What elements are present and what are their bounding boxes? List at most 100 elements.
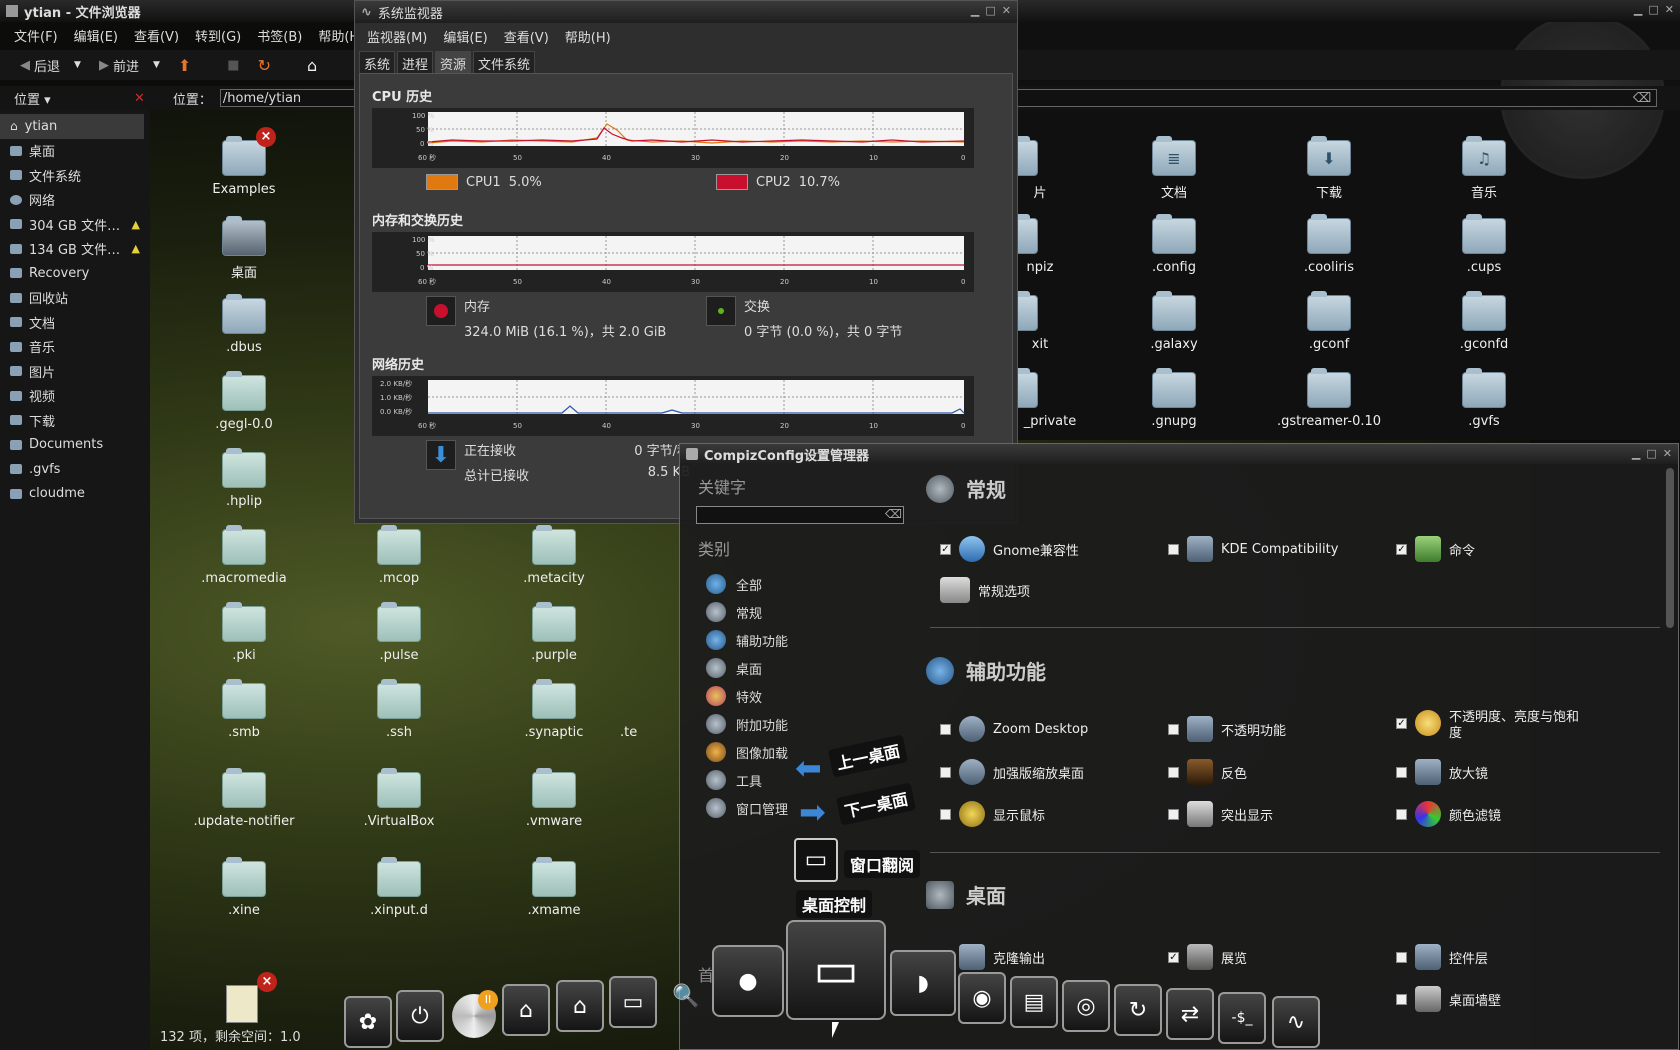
chevron-down-icon[interactable]: ▼ <box>74 60 81 70</box>
file-item[interactable]: .VirtualBox <box>329 768 469 829</box>
file-item[interactable]: .vmware <box>484 768 624 829</box>
next-desktop-arrow-icon[interactable]: ➡ <box>799 796 826 828</box>
plugin-kde-compat[interactable]: KDE Compatibility <box>1168 536 1388 562</box>
category-window-management[interactable]: 窗口管理 <box>706 798 788 818</box>
maximize-icon[interactable]: □ <box>1646 447 1656 460</box>
file-item[interactable]: .metacity <box>484 525 624 586</box>
plugin-widget-layer[interactable]: 控件层 <box>1396 944 1616 970</box>
file-item[interactable]: .update-notifier <box>174 768 314 829</box>
plugin-highlight[interactable]: 突出显示 <box>1168 801 1388 827</box>
file-item[interactable]: Examples × <box>174 127 314 197</box>
plugin-obs[interactable]: ✓ 不透明度、亮度与饱和度 <box>1396 710 1616 742</box>
file-item[interactable]: .dbus <box>174 294 314 355</box>
sidebar-item-documents[interactable]: 文档 <box>0 310 150 335</box>
plugin-negative[interactable]: 反色 <box>1168 759 1388 785</box>
sidebar-item-documents-en[interactable]: Documents <box>0 433 150 458</box>
menu-edit[interactable]: 编辑(E) <box>443 27 487 46</box>
checkbox-unchecked[interactable] <box>940 723 951 735</box>
file-item[interactable]: .cooliris <box>1259 214 1399 275</box>
maximize-icon[interactable]: □ <box>985 4 995 17</box>
plugin-expo[interactable]: ✓ 展览 <box>1168 944 1388 970</box>
file-item[interactable]: .xmame <box>484 857 624 918</box>
eject-icon[interactable]: ▲ <box>132 242 140 255</box>
checkbox-unchecked[interactable] <box>1396 808 1407 820</box>
terminal-icon[interactable]: -$_ <box>1218 992 1266 1044</box>
close-icon[interactable]: ✕ <box>1002 4 1011 17</box>
stop-button[interactable]: ■ <box>221 56 245 75</box>
checkbox-unchecked[interactable] <box>1396 951 1407 963</box>
keyword-search-input[interactable] <box>696 506 904 524</box>
reload-button[interactable]: ↻ <box>252 54 277 77</box>
pidgin-icon[interactable]: ◉ <box>958 972 1006 1024</box>
file-item[interactable]: .pki <box>174 602 314 663</box>
sidebar-item-desktop[interactable]: 桌面 <box>0 139 150 164</box>
sidebar-item-pictures[interactable]: 图片 <box>0 359 150 384</box>
file-item[interactable]: .purple <box>484 602 624 663</box>
file-item[interactable]: .mcop <box>329 525 469 586</box>
file-item[interactable]: _private <box>1010 368 1090 429</box>
window-browse-label[interactable]: 窗口翻阅 <box>844 850 921 878</box>
gimp-icon[interactable]: ◗ <box>890 950 956 1016</box>
file-item[interactable]: .gegl-0.0 <box>174 371 314 432</box>
sidebar-item-gvfs[interactable]: .gvfs <box>0 457 150 482</box>
menu-edit[interactable]: 编辑(E) <box>74 26 118 45</box>
clear-search-icon[interactable]: ⌫ <box>885 507 902 521</box>
file-item[interactable]: .macromedia <box>174 525 314 586</box>
sidebar-item-recovery[interactable]: Recovery <box>0 261 150 286</box>
file-item[interactable]: ⬇ 下载 <box>1259 136 1399 201</box>
memory-pie-icon[interactable] <box>426 296 456 326</box>
plugin-color-filter[interactable]: 颜色滤镜 <box>1396 801 1616 827</box>
file-item[interactable]: .gconfd <box>1414 291 1554 352</box>
plugin-opacify[interactable]: 不透明功能 <box>1168 716 1388 742</box>
sm-titlebar[interactable]: ∿ 系统监视器 ▁ □ ✕ <box>355 1 1017 23</box>
home-button[interactable]: ⌂ <box>301 54 323 77</box>
file-item[interactable]: .gvfs <box>1414 368 1554 429</box>
forward-button[interactable]: ▶ 前进 ▼ <box>93 54 166 77</box>
category-general[interactable]: 常规 <box>706 602 762 622</box>
apt-icon[interactable]: ↻ <box>1114 984 1162 1036</box>
file-item[interactable]: .synaptic <box>484 679 624 740</box>
menu-go[interactable]: 转到(G) <box>195 26 241 45</box>
sidebar-item-music[interactable]: 音乐 <box>0 335 150 360</box>
ubuntu-icon[interactable]: ✿ <box>344 996 392 1048</box>
plugin-desktop-wall[interactable]: 桌面墙壁 <box>1396 986 1616 1012</box>
sidebar-item-home[interactable]: ⌂ ytian <box>0 114 144 139</box>
file-item[interactable]: .gnupg <box>1104 368 1244 429</box>
file-item[interactable]: .gstreamer-0.10 <box>1259 368 1399 429</box>
scrollbar[interactable] <box>1666 468 1674 628</box>
files-icon[interactable]: ⌂ <box>556 980 604 1032</box>
close-icon[interactable]: ✕ <box>1665 3 1674 16</box>
screenshot-icon[interactable]: ▤ <box>1010 976 1058 1028</box>
checkbox-checked[interactable]: ✓ <box>1396 718 1407 729</box>
checkbox-unchecked[interactable] <box>1168 808 1179 820</box>
home-folder-icon[interactable]: ⌂ <box>502 984 550 1036</box>
maximize-icon[interactable]: □ <box>1648 3 1658 16</box>
menu-monitor[interactable]: 监视器(M) <box>367 27 427 46</box>
window-browse-icon[interactable]: ▭ <box>794 838 838 882</box>
checkbox-unchecked[interactable] <box>1168 766 1179 778</box>
plugin-clone-output[interactable]: 克隆输出 <box>940 944 1160 970</box>
search-icon[interactable]: 🔍 <box>662 970 710 1022</box>
menu-view[interactable]: 查看(V) <box>134 26 179 45</box>
places-dropdown[interactable]: 位置 ▾ <box>14 89 134 108</box>
file-item[interactable]: .cups <box>1414 214 1554 275</box>
system-monitor-icon[interactable]: ∿ <box>1272 996 1320 1048</box>
cc-titlebar[interactable]: CompizConfig设置管理器 ▁ □ ✕ <box>680 444 1678 464</box>
file-item[interactable]: .ssh <box>329 679 469 740</box>
category-utility[interactable]: 工具 <box>706 770 762 790</box>
firefox-icon[interactable]: ● <box>712 945 784 1017</box>
category-image-loading[interactable]: 图像加载 <box>706 742 788 762</box>
eject-icon[interactable]: ▲ <box>132 218 140 231</box>
file-item[interactable]: .hplip <box>174 448 314 509</box>
file-item[interactable]: npiz <box>1010 214 1070 275</box>
file-item[interactable]: ♫ 音乐 <box>1414 136 1554 201</box>
plugin-gnome-compat[interactable]: ✓ Gnome兼容性 <box>940 536 1160 562</box>
sidebar-item-network[interactable]: 网络 <box>0 188 150 213</box>
file-item[interactable]: .galaxy <box>1104 291 1244 352</box>
checkbox-checked[interactable]: ✓ <box>940 543 951 555</box>
sidebar-item-drive-304[interactable]: 304 GB 文件… ▲ <box>0 212 150 237</box>
prev-desktop-arrow-icon[interactable]: ⬅ <box>795 752 822 784</box>
menu-file[interactable]: 文件(F) <box>14 26 58 45</box>
file-item[interactable]: .te <box>620 725 660 740</box>
file-item[interactable]: 片 <box>1010 136 1070 201</box>
